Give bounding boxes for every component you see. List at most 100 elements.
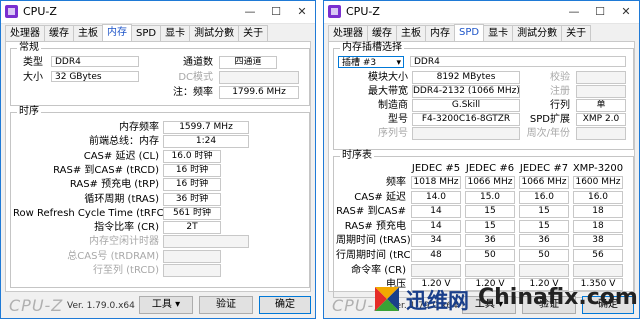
timing-label: 内存空闲计时器 [89, 236, 159, 248]
tab-0[interactable]: 处理器 [5, 25, 45, 42]
tab-6[interactable]: 測試分數 [512, 25, 563, 42]
maximize-icon[interactable]: ☐ [263, 1, 289, 23]
cpuz-window-memory: CPU-Z — ☐ ✕ 处理器 缓存 主板 内存 SPD 显卡 測試分數 关于 常规 类型 D… [0, 0, 316, 319]
tab-1[interactable]: 缓存 [367, 25, 397, 42]
timing-table-cell [465, 263, 515, 277]
serial-value [412, 127, 520, 140]
slot-select[interactable]: 插槽 #3 ▾ [338, 56, 404, 68]
type-label: 类型 [23, 57, 43, 68]
tab-bar: 处理器 缓存 主板 内存 SPD 显卡 測試分數 关于 [5, 24, 269, 42]
timing-table-row-label: 频率 [386, 177, 406, 188]
timing-table-group: 时序表 JEDEC #5 JEDEC #6 JEDEC #7 XMP-3200 频率 1… [333, 150, 634, 298]
timing-value [163, 235, 249, 249]
general-group-title: 常规 [17, 42, 41, 54]
timing-table-cell: 1066 MHz [465, 176, 515, 189]
registered-value [576, 85, 626, 98]
spd-ext-value: XMP 2.0 [576, 113, 626, 126]
ranks-label: 行列 [550, 100, 570, 111]
tab-2[interactable]: 主板 [396, 25, 426, 42]
tab-5[interactable]: 显卡 [483, 25, 514, 42]
tab-7[interactable]: 关于 [561, 25, 592, 42]
tab-4[interactable]: SPD [131, 25, 162, 42]
cpuz-app-icon [5, 5, 18, 18]
watermark-text-en: Chinafix.com [478, 285, 638, 310]
max-bandwidth-value: DDR4-2132 (1066 MHz) [412, 85, 520, 98]
timing-label: 前端总线：内存 [89, 136, 159, 148]
window-title: CPU-Z [23, 5, 57, 18]
timing-table-cell: 15 [519, 219, 569, 233]
window-title: CPU-Z [346, 5, 380, 18]
bottom-bar: CPU-Z Ver. 1.79.0.x64 工具 ▾ 验证 确定 [1, 292, 315, 318]
timing-value: 16 时钟 [163, 163, 221, 177]
correction-value [576, 71, 626, 84]
tab-4[interactable]: SPD [454, 24, 485, 42]
tab-5[interactable]: 显卡 [160, 25, 191, 42]
timing-table-cell: 36 [519, 234, 569, 248]
validate-button[interactable]: 验证 [199, 296, 253, 314]
timing-value: 16 时钟 [163, 178, 221, 192]
week-year-value [576, 127, 626, 140]
timing-table-cell: 1066 MHz [519, 176, 569, 189]
timing-label: 行至列 (tRCD) [92, 265, 159, 276]
tab-3[interactable]: 内存 [425, 25, 455, 42]
dc-mode-value [219, 71, 299, 84]
tab-bar: 处理器 缓存 主板 内存 SPD 显卡 測試分數 关于 [328, 24, 592, 42]
timing-table-title: 时序表 [340, 150, 374, 162]
tab-3[interactable]: 内存 [102, 24, 132, 42]
size-label: 大小 [23, 72, 43, 83]
timing-value: 2T [163, 221, 221, 235]
tools-label: 工具 [151, 299, 172, 310]
slot-select-value: 插槽 #3 [342, 58, 377, 68]
serial-label: 序列号 [378, 128, 408, 139]
tab-0[interactable]: 处理器 [328, 25, 368, 42]
timing-table-cell [411, 263, 461, 277]
tab-1[interactable]: 缓存 [44, 25, 74, 42]
cpuz-window-spd: CPU-Z — ☐ ✕ 处理器 缓存 主板 内存 SPD 显卡 測試分數 关于 内存插槽选择 … [323, 0, 640, 319]
timing-table-cell: 16.0 [573, 190, 623, 204]
timing-table-cell: 14 [411, 205, 461, 219]
timing-table-cell: 14.0 [411, 190, 461, 204]
timing-label: Row Refresh Cycle Time (tRFC) [13, 207, 168, 219]
timing-table-cell: 50 [465, 249, 515, 262]
registered-label: 注册 [550, 86, 570, 97]
timing-label: CAS# 延迟 (CL) [83, 150, 159, 162]
title-bar[interactable]: CPU-Z — ☐ ✕ [324, 1, 639, 24]
close-icon[interactable]: ✕ [289, 1, 315, 23]
timing-table-cell: 48 [411, 249, 461, 262]
version-text: Ver. 1.79.0.x64 [67, 301, 135, 311]
timing-value: 1599.7 MHz [163, 121, 249, 134]
slot-group: 内存插槽选择 插槽 #3 ▾ DDR4 模块大小 8192 MBytes 校验 最… [333, 42, 634, 150]
timing-table-cell: 1018 MHz [411, 176, 461, 189]
manufacturer-value: G.Skill [412, 99, 520, 112]
note-freq-value: 1799.6 MHz [219, 86, 299, 99]
channels-value: 四通道 [219, 56, 277, 69]
timing-table-row-label: RAS# 预充电 [344, 220, 406, 232]
maximize-icon[interactable]: ☐ [587, 1, 613, 23]
cpuz-brand-logo: CPU-Z [9, 296, 64, 315]
memory-type-value: DDR4 [410, 56, 626, 67]
tab-7[interactable]: 关于 [238, 25, 269, 42]
timing-value: 36 时钟 [163, 192, 221, 206]
tools-dropdown-button[interactable]: 工具 ▾ [139, 296, 193, 314]
module-size-value: 8192 MBytes [412, 71, 520, 84]
timing-label: RAS# 到CAS# (tRCD) [53, 164, 159, 176]
chevron-down-icon: ▾ [396, 58, 401, 68]
title-bar[interactable]: CPU-Z — ☐ ✕ [1, 1, 315, 24]
ranks-value: 单 [576, 99, 626, 112]
watermark-text-cn: 迅维网 [406, 289, 469, 313]
minimize-icon[interactable]: — [561, 1, 587, 23]
timing-table-cell: 18 [573, 205, 623, 219]
tab-2[interactable]: 主板 [73, 25, 103, 42]
ok-button[interactable]: 确定 [259, 296, 311, 314]
channels-label: 通道数 [183, 57, 213, 68]
timing-table-cell: 14 [411, 219, 461, 233]
timing-table-row-label: RAS# 到CAS# [336, 206, 406, 218]
timing-label: RAS# 预充电 (tRP) [69, 179, 159, 191]
close-icon[interactable]: ✕ [613, 1, 639, 23]
general-group: 常规 类型 DDR4 大小 32 GBytes 通道数 四通道 DC模式 注：频… [10, 42, 310, 106]
tab-6[interactable]: 測試分數 [189, 25, 240, 42]
manufacturer-label: 制造商 [378, 100, 408, 111]
timing-table-cell: 15.0 [465, 190, 515, 204]
module-size-label: 模块大小 [368, 72, 408, 83]
minimize-icon[interactable]: — [237, 1, 263, 23]
